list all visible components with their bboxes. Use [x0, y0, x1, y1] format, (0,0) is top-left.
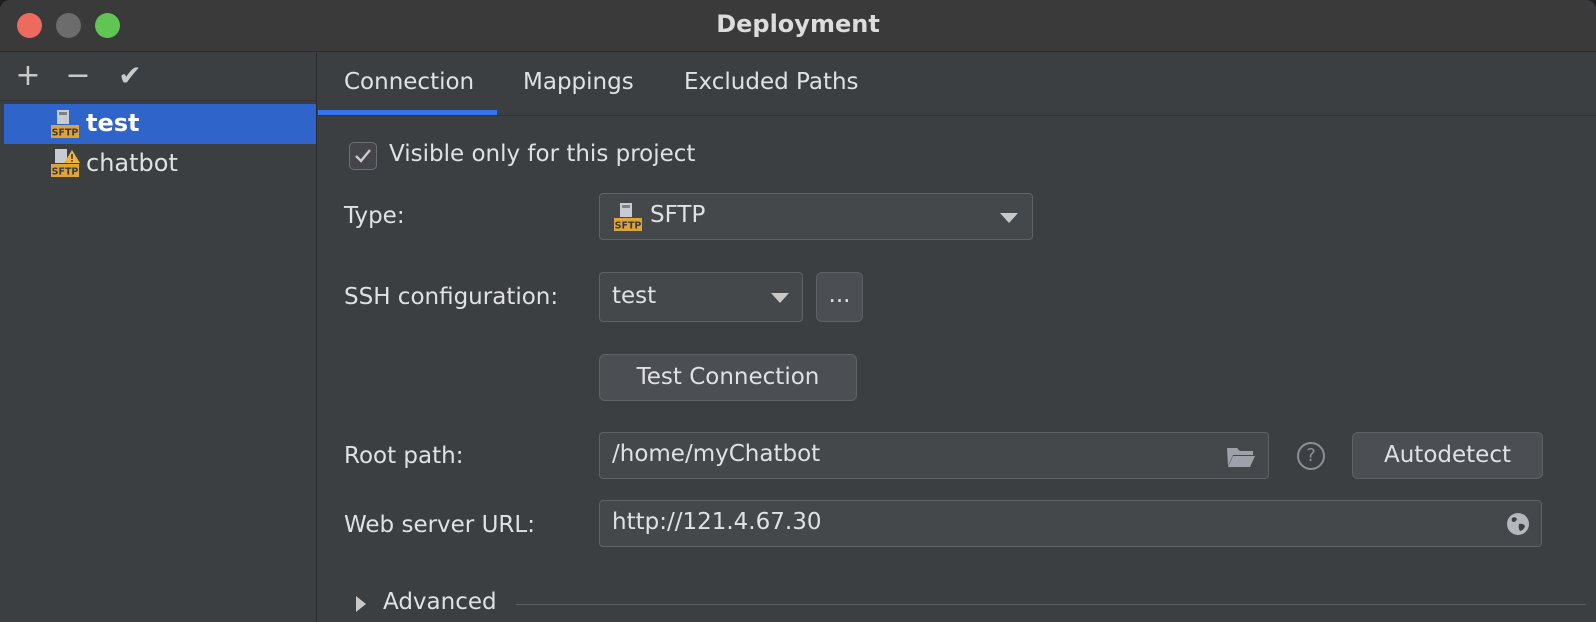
server-label: test — [86, 109, 140, 137]
tab-connection[interactable]: Connection — [344, 69, 474, 95]
autodetect-button[interactable]: Autodetect — [1352, 432, 1543, 479]
server-list-toolbar: + − ✔ — [0, 53, 317, 101]
add-server-button[interactable]: + — [11, 59, 45, 93]
tab-excluded-paths[interactable]: Excluded Paths — [684, 69, 859, 95]
globe-icon[interactable] — [1505, 511, 1531, 537]
title-bar: Deployment — [0, 0, 1596, 52]
sftp-server-icon: SFTP — [51, 110, 79, 139]
server-settings-panel: Connection Mappings Excluded Paths Visib… — [318, 53, 1596, 622]
svg-text:SFTP: SFTP — [52, 167, 79, 178]
sftp-server-warning-icon: SFTP — [51, 149, 80, 178]
visible-only-checkbox[interactable] — [349, 142, 377, 170]
settings-tabs: Connection Mappings Excluded Paths — [318, 53, 1596, 116]
window-title: Deployment — [716, 10, 880, 38]
tab-mappings[interactable]: Mappings — [523, 69, 634, 95]
ssh-config-select[interactable]: test — [599, 272, 803, 322]
chevron-down-icon — [771, 293, 789, 303]
type-label: Type: — [344, 203, 405, 229]
test-connection-button[interactable]: Test Connection — [599, 354, 857, 401]
root-path-value: /home/myChatbot — [612, 441, 821, 467]
checkmark-icon — [355, 149, 371, 163]
advanced-separator — [516, 604, 1586, 605]
type-select[interactable]: SFTP SFTP — [599, 193, 1033, 240]
remove-server-button[interactable]: − — [61, 59, 95, 93]
ssh-config-more-button[interactable]: ... — [816, 272, 863, 322]
help-icon[interactable]: ? — [1297, 442, 1325, 470]
web-server-url-label: Web server URL: — [344, 512, 535, 538]
svg-text:SFTP: SFTP — [615, 221, 642, 232]
visible-only-label: Visible only for this project — [389, 141, 696, 167]
server-item-chatbot[interactable]: SFTP chatbot — [4, 144, 316, 184]
chevron-down-icon — [1000, 213, 1018, 223]
active-tab-indicator — [318, 110, 497, 115]
server-label: chatbot — [86, 149, 178, 177]
sftp-type-icon: SFTP — [614, 203, 642, 232]
ssh-config-label: SSH configuration: — [344, 284, 559, 310]
deployment-window: Deployment + − ✔ SFTP test SFTP chatbot … — [0, 0, 1596, 622]
advanced-expand-arrow-icon[interactable] — [356, 596, 366, 612]
folder-icon[interactable] — [1226, 445, 1256, 469]
type-value: SFTP — [650, 202, 706, 228]
web-server-url-value: http://121.4.67.30 — [612, 509, 822, 535]
root-path-input[interactable]: /home/myChatbot — [599, 432, 1269, 479]
server-item-test[interactable]: SFTP test — [4, 104, 316, 144]
svg-text:SFTP: SFTP — [52, 128, 79, 139]
advanced-section-label[interactable]: Advanced — [383, 589, 497, 615]
server-list-panel: + − ✔ SFTP test SFTP chatbot — [0, 53, 317, 622]
ssh-config-value: test — [612, 283, 657, 309]
web-server-url-input[interactable]: http://121.4.67.30 — [599, 500, 1542, 547]
apply-check-button[interactable]: ✔ — [113, 59, 147, 93]
root-path-label: Root path: — [344, 443, 464, 469]
